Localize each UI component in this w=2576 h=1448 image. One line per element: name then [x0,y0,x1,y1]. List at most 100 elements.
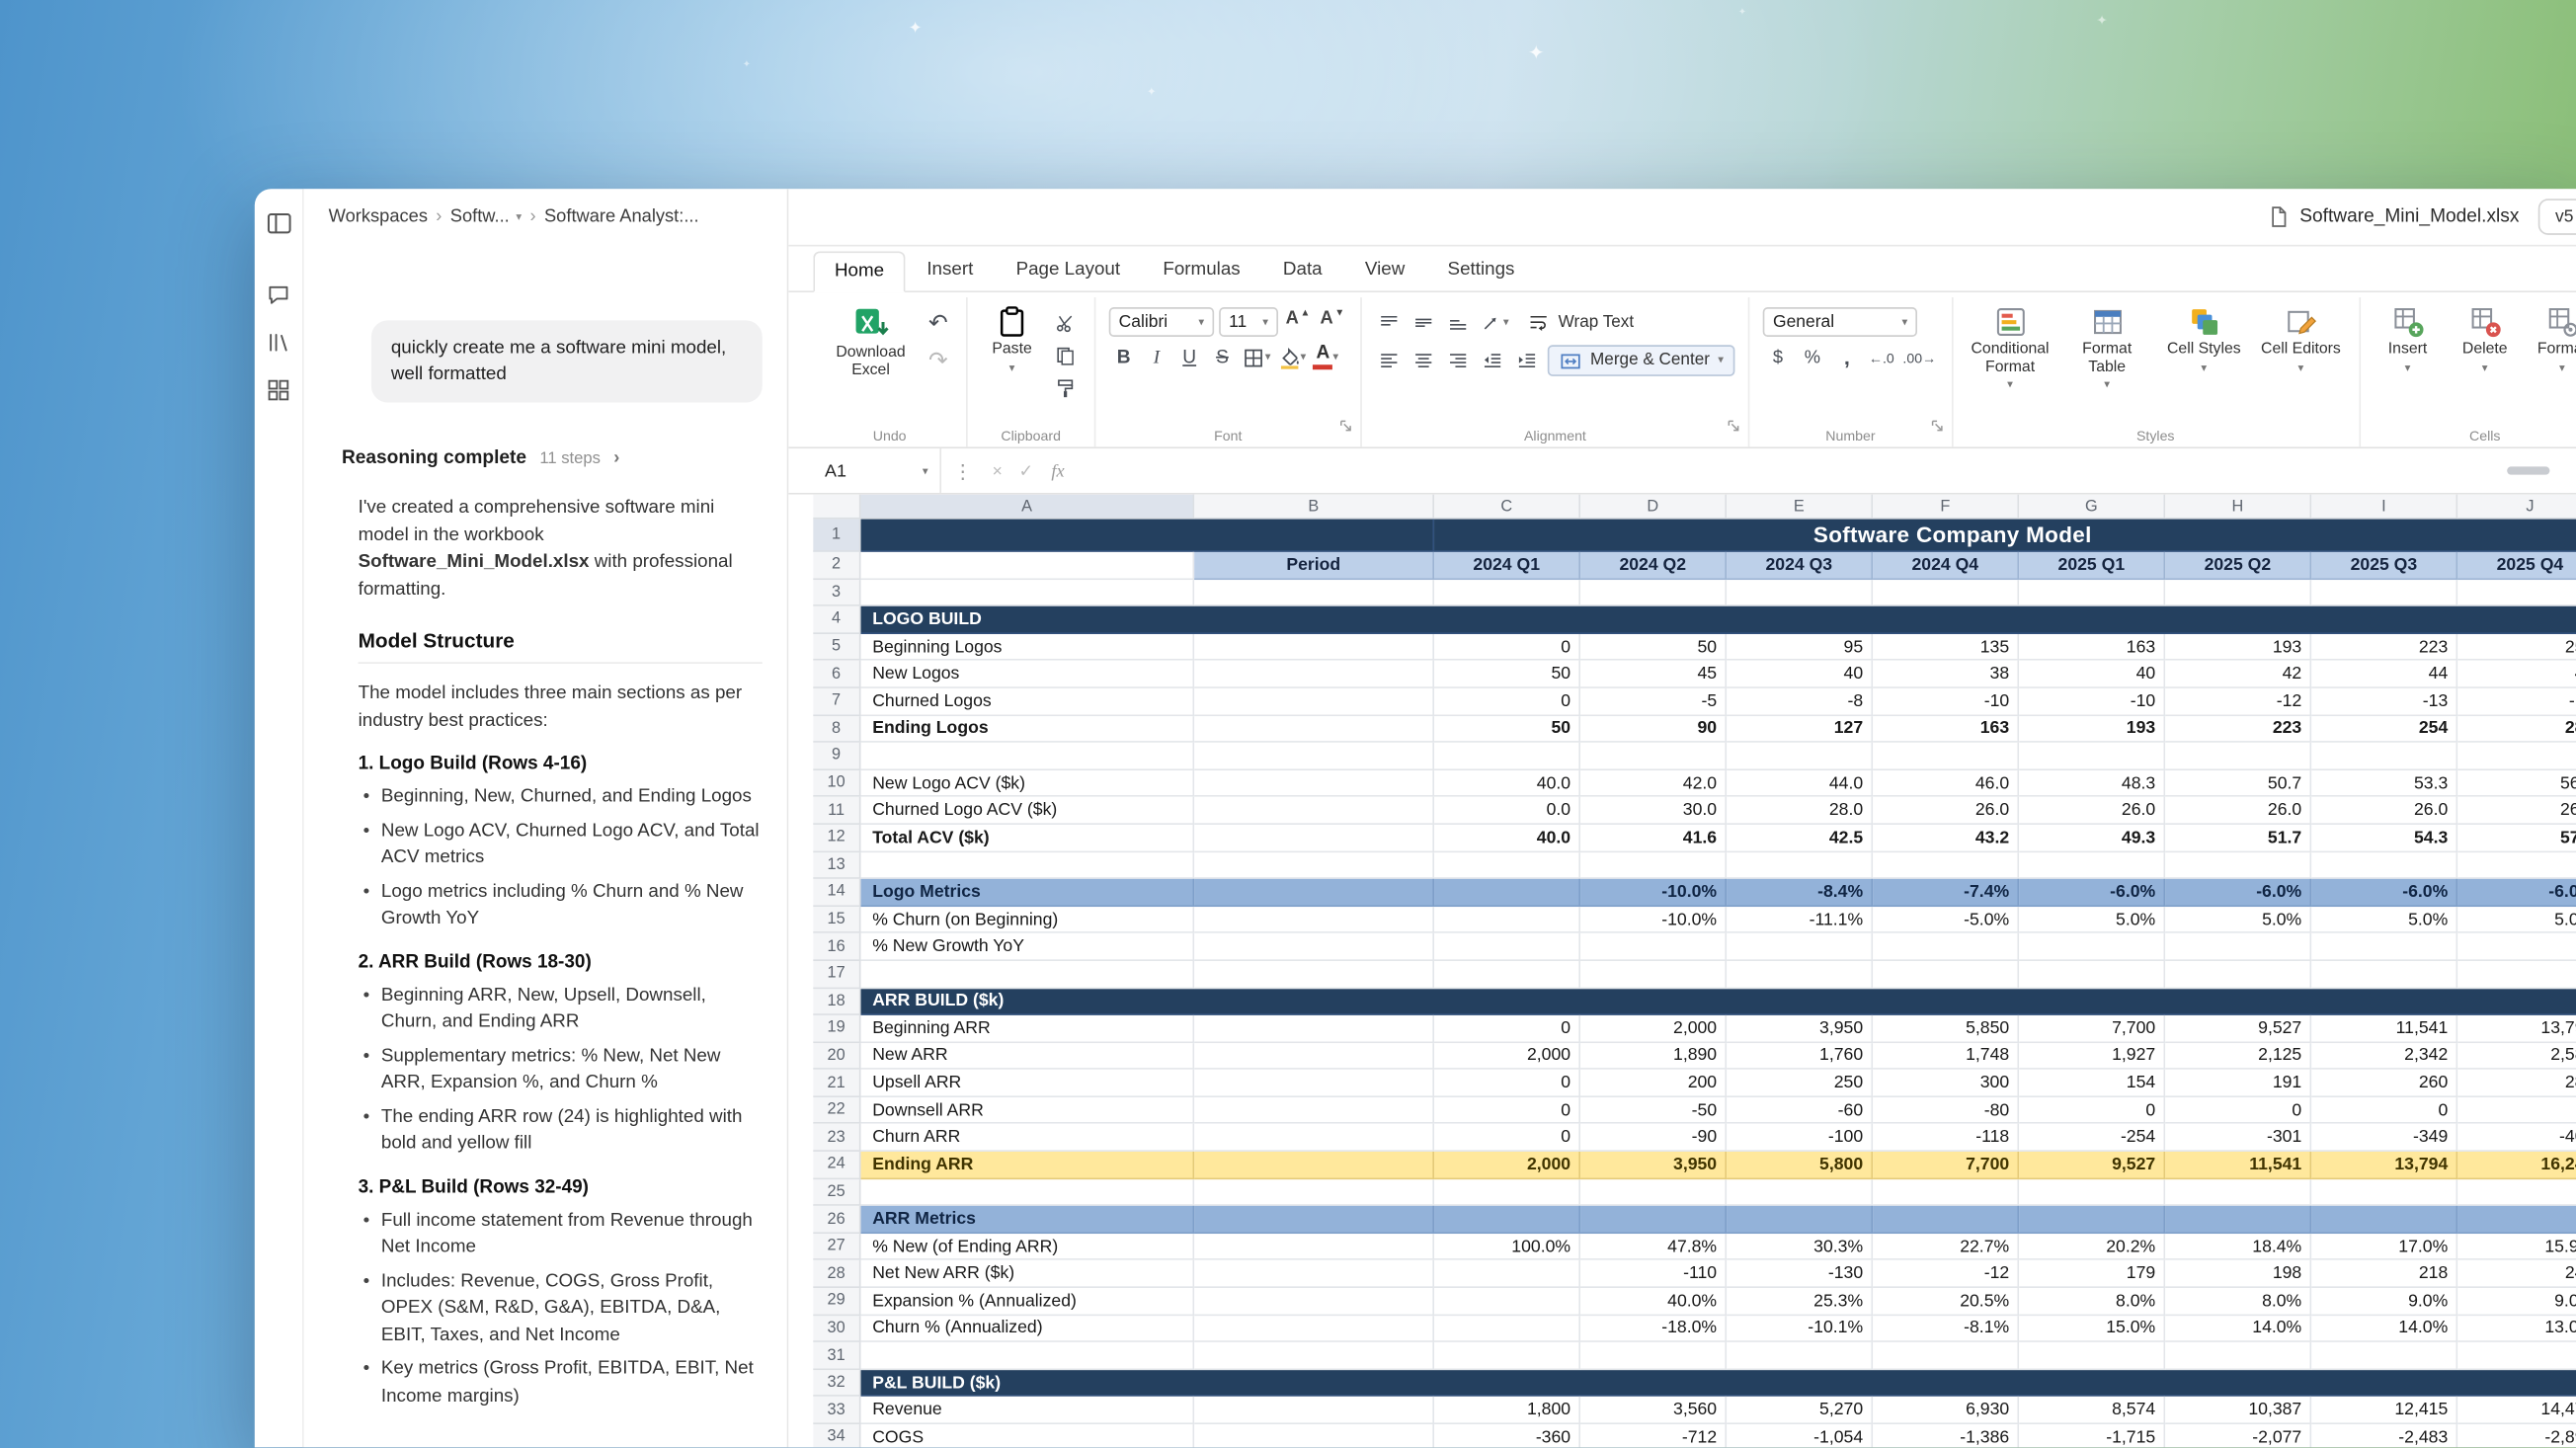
cell-F21[interactable]: 300 [1873,1070,2019,1097]
cell-E2[interactable]: 2024 Q3 [1727,552,1873,580]
cell-B28[interactable] [1194,1260,1434,1288]
cell-D5[interactable]: 50 [1580,634,1727,662]
cell-I14[interactable]: -6.0% [2311,879,2457,907]
cell-E23[interactable]: -100 [1727,1124,1873,1152]
cell-C25[interactable] [1434,1179,1580,1207]
cell-E12[interactable]: 42.5 [1727,825,1873,852]
cell-B34[interactable] [1194,1424,1434,1447]
cell-J23[interactable]: -401 [2457,1124,2576,1152]
cell-A14[interactable]: Logo Metrics [861,879,1195,907]
cell-editors-button[interactable]: Cell Editors▾ [2257,300,2346,373]
breadcrumb-workspaces[interactable]: Workspaces [329,207,428,227]
cell-B5[interactable] [1194,634,1434,662]
cell-G3[interactable] [2019,579,2165,606]
cell-B29[interactable] [1194,1288,1434,1316]
cell-E11[interactable]: 28.0 [1727,797,1873,825]
cell-I7[interactable]: -13 [2311,688,2457,716]
cell-C2[interactable]: 2024 Q1 [1434,552,1580,580]
cell-A30[interactable]: Churn % (Annualized) [861,1316,1195,1343]
cell-I19[interactable]: 11,541 [2311,1015,2457,1043]
row-header-19[interactable]: 19 [813,1015,860,1043]
align-center-button[interactable] [1409,347,1439,374]
cell-C20[interactable]: 2,000 [1434,1043,1580,1071]
cell-F28[interactable]: -12 [1873,1260,2019,1288]
cell-D7[interactable]: -5 [1580,688,1727,716]
cell-G12[interactable]: 49.3 [2019,825,2165,852]
cell-F29[interactable]: 20.5% [1873,1288,2019,1316]
cell-A33[interactable]: Revenue [861,1397,1195,1424]
dialog-launcher-icon[interactable] [1339,412,1354,442]
cell-C16[interactable] [1434,933,1580,961]
cut-button[interactable] [1051,309,1081,337]
cell-H12[interactable]: 51.7 [2165,825,2311,852]
chat-scroll-area[interactable]: quickly create me a software mini model,… [304,235,787,1447]
sidebar-toggle-icon[interactable] [266,210,292,237]
cell-J14[interactable]: -6.0% [2457,879,2576,907]
font-color-button[interactable]: A▾ [1311,344,1340,371]
wrap-text-button[interactable]: Wrap Text [1515,307,1645,339]
cell-J12[interactable]: 57.0 [2457,825,2576,852]
cell-J31[interactable] [2457,1342,2576,1370]
chevron-down-icon[interactable]: ▾ [516,210,522,223]
cell-D3[interactable] [1580,579,1727,606]
cell-F5[interactable]: 135 [1873,634,2019,662]
cell-A15[interactable]: % Churn (on Beginning) [861,907,1195,934]
cell-F30[interactable]: -8.1% [1873,1316,2019,1343]
cell-D12[interactable]: 41.6 [1580,825,1727,852]
cell-H7[interactable]: -12 [2165,688,2311,716]
cell-D8[interactable]: 90 [1580,715,1727,743]
cell-F11[interactable]: 26.0 [1873,797,2019,825]
cell-A9[interactable] [861,743,1195,770]
cell-J9[interactable] [2457,743,2576,770]
row-header-9[interactable]: 9 [813,743,860,770]
cell-D19[interactable]: 2,000 [1580,1015,1727,1043]
cell-J19[interactable]: 13,794 [2457,1015,2576,1043]
section-header-4[interactable]: LOGO BUILD [861,606,2576,634]
cell-E16[interactable] [1727,933,1873,961]
cell-A17[interactable] [861,961,1195,989]
cell-A31[interactable] [861,1342,1195,1370]
cell-E8[interactable]: 127 [1727,715,1873,743]
cell-B8[interactable] [1194,715,1434,743]
cell-E26[interactable] [1727,1206,1873,1234]
cell-B10[interactable] [1194,770,1434,798]
cell-G23[interactable]: -254 [2019,1124,2165,1152]
cell-I24[interactable]: 13,794 [2311,1152,2457,1179]
cell-F15[interactable]: -5.0% [1873,907,2019,934]
insert-button[interactable]: Insert▾ [2374,300,2443,373]
cell-A13[interactable] [861,851,1195,879]
row-header-18[interactable]: 18 [813,988,860,1015]
cell-C7[interactable]: 0 [1434,688,1580,716]
cell-D34[interactable]: -712 [1580,1424,1727,1447]
cell-I28[interactable]: 218 [2311,1260,2457,1288]
cell-I5[interactable]: 223 [2311,634,2457,662]
cell-D10[interactable]: 42.0 [1580,770,1727,798]
align-right-button[interactable] [1444,347,1474,374]
tab-data[interactable]: Data [1261,250,1343,291]
chat-icon[interactable] [266,281,292,307]
cell-B17[interactable] [1194,961,1434,989]
cell-A29[interactable]: Expansion % (Annualized) [861,1288,1195,1316]
cell-B13[interactable] [1194,851,1434,879]
row-header-11[interactable]: 11 [813,797,860,825]
cell-G9[interactable] [2019,743,2165,770]
cell-J2[interactable]: 2025 Q4 [2457,552,2576,580]
cell-B22[interactable] [1194,1097,1434,1125]
tab-settings[interactable]: Settings [1426,250,1536,291]
row-header-17[interactable]: 17 [813,961,860,989]
library-icon[interactable] [266,329,292,356]
cell-A16[interactable]: % New Growth YoY [861,933,1195,961]
cell-I12[interactable]: 54.3 [2311,825,2457,852]
cell-C30[interactable] [1434,1316,1580,1343]
cell-I3[interactable] [2311,579,2457,606]
cell-F14[interactable]: -7.4% [1873,879,2019,907]
cell-D17[interactable] [1580,961,1727,989]
cell-F33[interactable]: 6,930 [1873,1397,2019,1424]
section-header-32[interactable]: P&L BUILD ($k) [861,1370,2576,1398]
tab-home[interactable]: Home [813,251,905,292]
cell-A21[interactable]: Upsell ARR [861,1070,1195,1097]
decrease-font-button[interactable]: A▼ [1318,308,1347,336]
undo-button[interactable]: ↶ [924,309,953,337]
horizontal-scrollbar-thumb[interactable] [2507,466,2549,474]
redo-button[interactable]: ↷ [924,347,953,374]
